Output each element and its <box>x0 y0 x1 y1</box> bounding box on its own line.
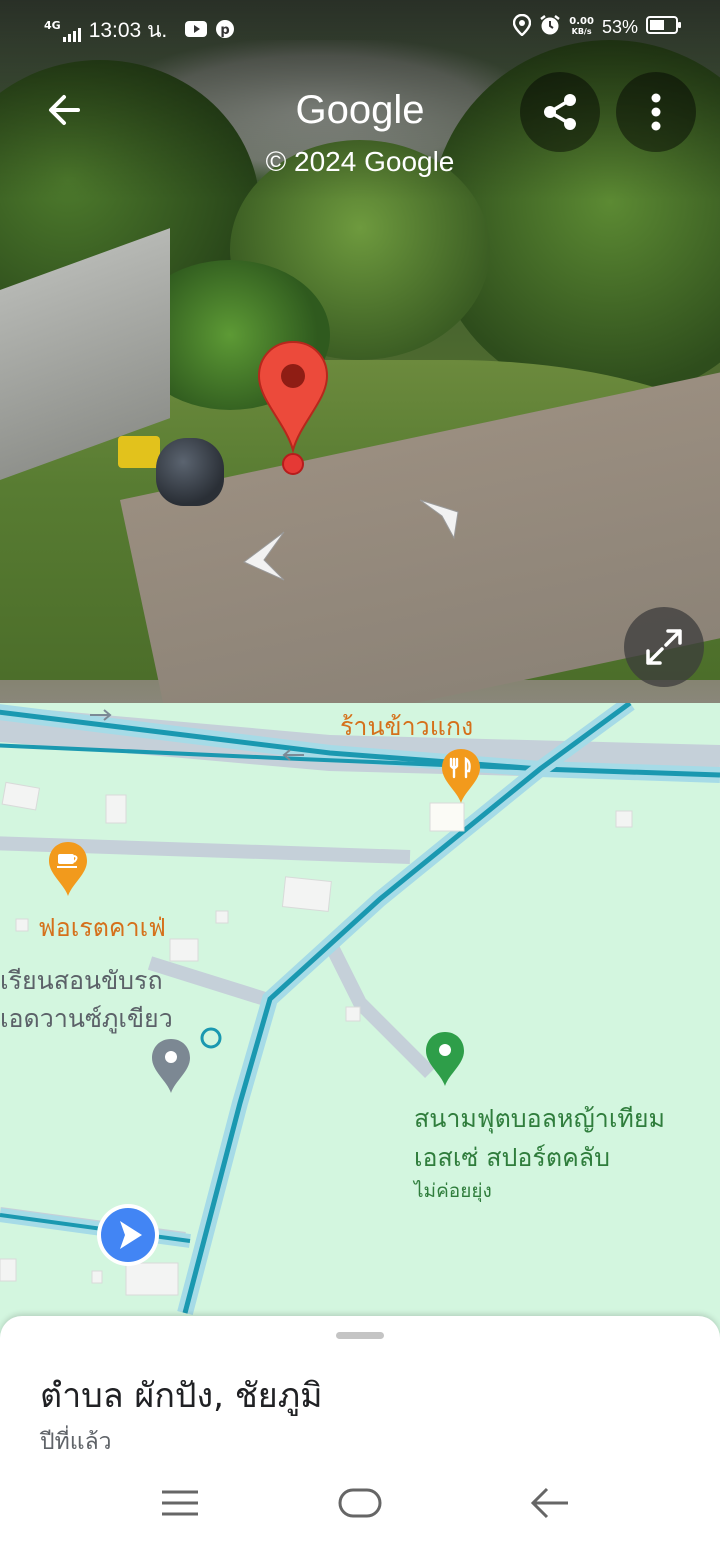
location-icon <box>513 13 532 40</box>
cafe-pin[interactable] <box>47 840 89 898</box>
home-button[interactable] <box>330 1478 390 1528</box>
recent-apps-button[interactable] <box>150 1478 210 1528</box>
more-options-button[interactable] <box>616 72 696 152</box>
current-location-icon[interactable] <box>94 1201 162 1269</box>
page-title: Google <box>295 88 425 132</box>
alarm-icon <box>539 14 561 40</box>
more-vert-icon <box>651 93 661 131</box>
restaurant-pin[interactable] <box>440 747 482 805</box>
battery-icon <box>646 15 682 39</box>
pinterest-icon: p <box>215 19 235 43</box>
copyright-notice: © 2024 Google <box>265 146 455 177</box>
transit-stop-icon[interactable] <box>199 1026 223 1050</box>
clay-pot <box>156 438 224 506</box>
share-button[interactable] <box>520 72 600 152</box>
drag-handle[interactable] <box>336 1332 384 1339</box>
youtube-icon <box>185 20 208 42</box>
capture-date: ปีที่แล้ว <box>40 1429 112 1455</box>
back-icon <box>530 1487 568 1519</box>
busyness-status: ไม่ค่อยยุ่ง <box>414 1180 492 1202</box>
pan-right-arrow[interactable] <box>414 490 474 550</box>
driving-school-pin[interactable] <box>150 1037 192 1095</box>
data-speed: 0.00 KB/s <box>569 17 594 37</box>
signal-icon: 4G <box>44 20 81 42</box>
map-view[interactable]: ร้านข้าวแกง ฟอเรตคาเฟ่ เรียนสอนขับรถ เอด… <box>0 703 720 1343</box>
clock: 13:03 น. <box>88 19 168 42</box>
driving-school-label-line2[interactable]: เอดวานซ์ภูเขียว <box>0 999 173 1039</box>
status-bar: 4G 13:03 น. p 0.00 KB/s 53% <box>0 0 720 56</box>
football-field-label-line1[interactable]: สนามฟุตบอลหญ้าเทียม <box>414 1099 665 1139</box>
driving-school-label-line1[interactable]: เรียนสอนขับรถ <box>0 961 163 1001</box>
football-field-pin[interactable] <box>424 1030 466 1088</box>
football-field-label-line2[interactable]: เอสเซ่ สปอร์ตคลับ <box>414 1138 610 1178</box>
pan-left-arrow[interactable] <box>238 528 298 588</box>
home-icon <box>338 1488 382 1518</box>
place-title: ตำบล ผักปัง, ชัยภูมิ <box>40 1376 323 1416</box>
speed-unit: KB/s <box>571 27 592 36</box>
system-navigation-bar <box>0 1466 720 1544</box>
svg-text:p: p <box>221 23 230 38</box>
street-view-panorama[interactable]: 4G 13:03 น. p 0.00 KB/s 53% Google © 202… <box>0 0 720 703</box>
speed-value: 0.00 <box>569 16 594 27</box>
red-location-pin <box>257 340 329 475</box>
yellow-box <box>118 436 160 468</box>
cafe-label[interactable]: ฟอเรตคาเฟ่ <box>38 908 166 948</box>
system-back-button[interactable] <box>520 1478 580 1528</box>
restaurant-label[interactable]: ร้านข้าวแกง <box>340 707 473 747</box>
share-icon <box>544 94 576 130</box>
expand-button[interactable] <box>624 607 704 687</box>
network-type: 4G <box>44 18 61 32</box>
expand-icon <box>646 629 682 665</box>
menu-icon <box>162 1490 198 1516</box>
battery-percent: 53% <box>601 16 638 37</box>
